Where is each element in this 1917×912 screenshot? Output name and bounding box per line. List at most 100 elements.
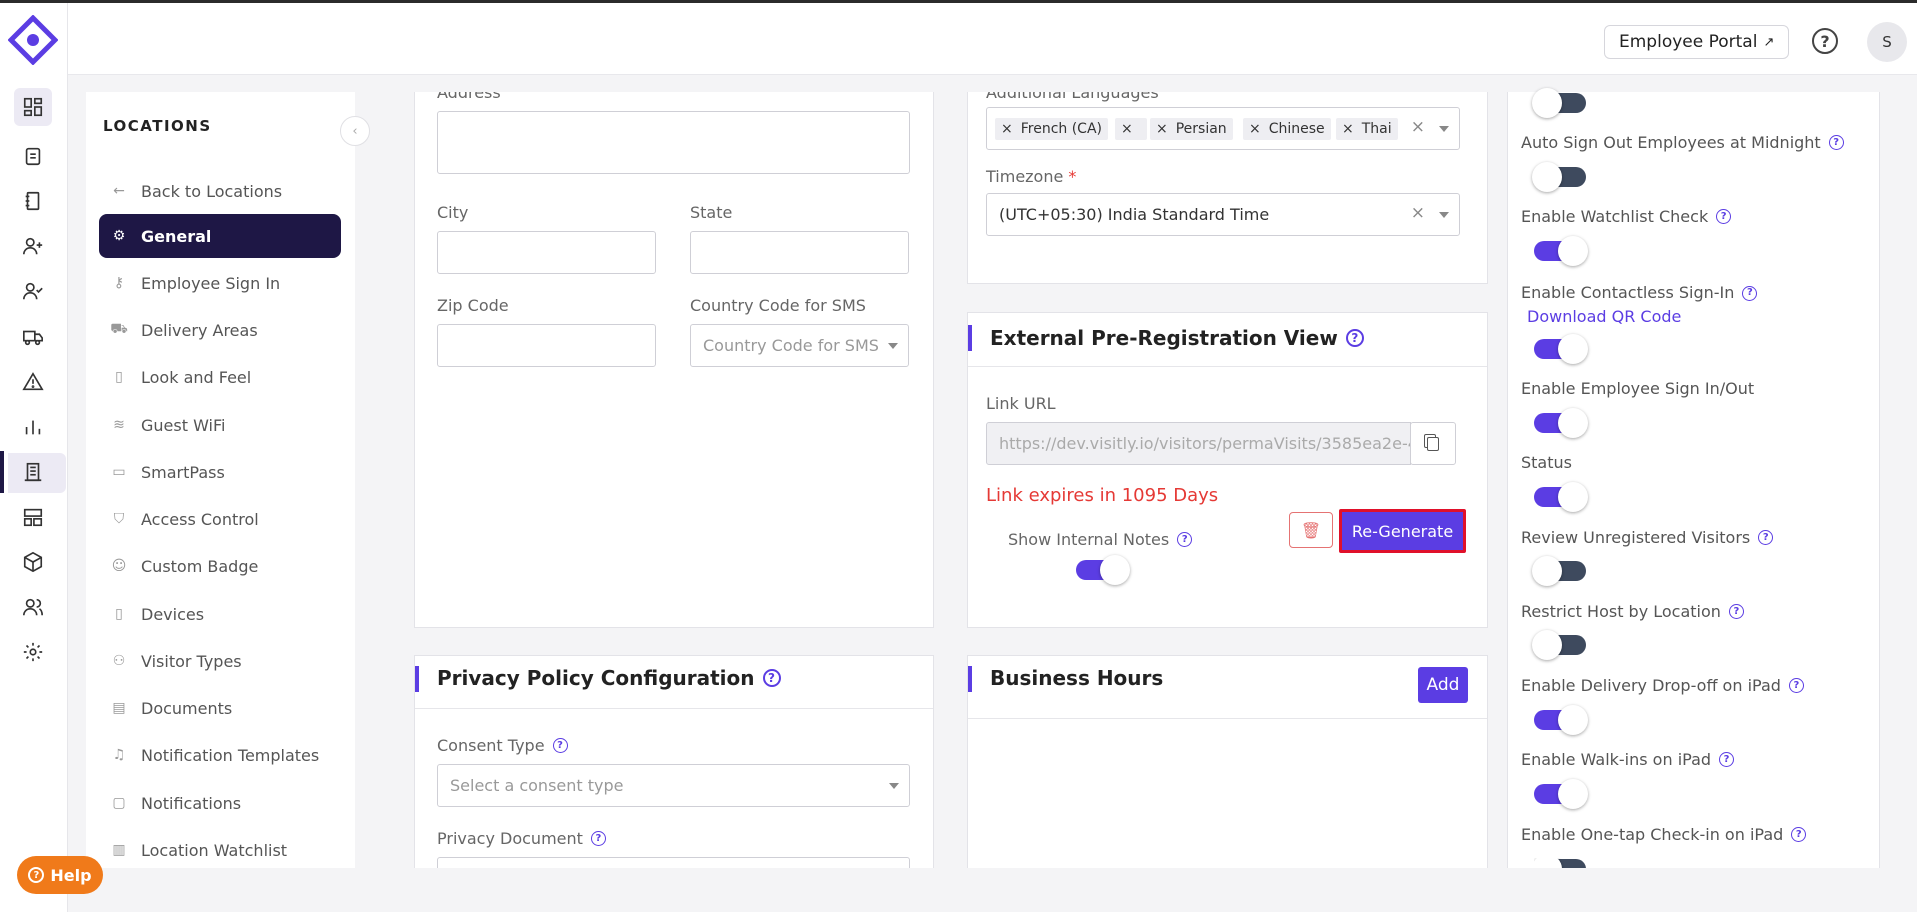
setting-label: Enable One-tap Check-in on iPad?	[1521, 825, 1807, 844]
nav-back-to-locations[interactable]: ← Back to Locations	[99, 169, 341, 213]
employee-portal-button[interactable]: Employee Portal ↗	[1604, 25, 1790, 59]
auto-sign-out-toggle[interactable]	[1532, 162, 1586, 192]
layout-icon[interactable]	[14, 498, 52, 536]
consent-type-select[interactable]: Select a consent type	[437, 764, 910, 807]
question-icon[interactable]: ?	[1791, 827, 1807, 842]
question-icon[interactable]: ?	[590, 831, 606, 846]
address-input[interactable]	[437, 111, 910, 174]
copy-button[interactable]	[1410, 422, 1456, 465]
additional-languages-label: Additional Languages	[986, 92, 1159, 102]
nav-devices[interactable]: ▯ Devices	[99, 592, 341, 636]
chevron-down-icon	[1439, 126, 1449, 132]
key-icon: ⚷	[113, 275, 125, 291]
nav-access-control[interactable]: ⛉ Access Control	[99, 497, 341, 541]
question-icon[interactable]: ?	[1177, 532, 1193, 547]
contactless-sign-in-toggle[interactable]	[1534, 334, 1588, 364]
remove-tag-icon[interactable]: ×	[1342, 121, 1354, 137]
nav-visitor-types[interactable]: ⚇ Visitor Types	[99, 639, 341, 683]
restrict-host-toggle[interactable]	[1532, 630, 1586, 660]
add-business-hours-button[interactable]: Add	[1418, 667, 1468, 703]
employee-sign-in-out-toggle[interactable]	[1534, 408, 1588, 438]
business-hours-card: Business Hours Add	[967, 655, 1488, 868]
remove-tag-icon[interactable]: ×	[1156, 121, 1168, 137]
setting-toggle[interactable]	[1532, 88, 1586, 118]
add-user-icon[interactable]	[14, 227, 52, 265]
clear-icon[interactable]: ×	[1411, 117, 1425, 137]
walk-ins-toggle[interactable]	[1534, 779, 1588, 809]
one-tap-check-in-toggle[interactable]	[1534, 858, 1586, 868]
warning-icon[interactable]	[14, 363, 52, 401]
question-icon[interactable]: ?	[1742, 285, 1758, 301]
card-accent	[415, 666, 419, 692]
language-tag: × Chinese	[1243, 118, 1331, 140]
remove-tag-icon[interactable]: ×	[1001, 121, 1013, 137]
show-internal-notes-toggle[interactable]	[1076, 555, 1130, 585]
nav-custom-badge[interactable]: ☺ Custom Badge	[99, 544, 341, 588]
city-input[interactable]	[437, 231, 656, 274]
question-icon[interactable]: ?	[1719, 752, 1735, 767]
question-icon[interactable]: ?	[1716, 209, 1732, 224]
state-input[interactable]	[690, 231, 909, 274]
box-icon[interactable]	[14, 543, 52, 581]
state-label: State	[690, 203, 733, 222]
building-icon[interactable]	[14, 453, 52, 491]
country-code-select[interactable]: Country Code for SMS	[690, 324, 909, 367]
truck-icon[interactable]	[14, 318, 52, 356]
privacy-document-input[interactable]	[437, 857, 910, 868]
country-code-placeholder: Country Code for SMS	[703, 336, 879, 355]
link-expires-text: Link expires in 1095 Days	[986, 485, 1219, 506]
setting-label: Review Unregistered Visitors?	[1521, 528, 1774, 547]
clear-icon[interactable]: ×	[1411, 203, 1425, 223]
question-icon[interactable]: ?	[1788, 678, 1804, 693]
question-icon[interactable]: ?	[1345, 329, 1364, 347]
nav-smartpass[interactable]: ▭ SmartPass	[99, 450, 341, 494]
download-qr-code-link[interactable]: Download QR Code	[1527, 305, 1681, 329]
app-logo-icon[interactable]	[8, 15, 58, 65]
regenerate-button[interactable]: Re-Generate	[1339, 509, 1466, 553]
language-tag: × French (CA)	[995, 118, 1108, 140]
question-icon[interactable]: ?	[1828, 135, 1844, 150]
status-toggle[interactable]	[1534, 482, 1588, 512]
question-icon[interactable]: ?	[552, 738, 568, 753]
remove-tag-icon[interactable]: ×	[1249, 121, 1261, 137]
question-icon[interactable]: ?	[762, 669, 781, 687]
user-check-icon[interactable]	[14, 272, 52, 310]
show-internal-notes-label: Show Internal Notes?	[1008, 530, 1193, 549]
help-circle-icon[interactable]: ?	[1812, 28, 1838, 54]
review-unregistered-toggle[interactable]	[1532, 556, 1586, 586]
timezone-select[interactable]: (UTC+05:30) India Standard Time ×	[986, 193, 1460, 236]
nav-look-and-feel[interactable]: ▯ Look and Feel	[99, 355, 341, 399]
nav-documents[interactable]: ▤ Documents	[99, 686, 341, 730]
watchlist-check-toggle[interactable]	[1534, 236, 1588, 266]
question-icon[interactable]: ?	[1728, 604, 1744, 619]
collapse-sidebar-button[interactable]: ‹	[340, 116, 370, 146]
nav-notifications[interactable]: ▢ Notifications	[99, 781, 341, 825]
avatar[interactable]: S	[1867, 22, 1907, 62]
question-icon[interactable]: ?	[1758, 530, 1774, 545]
nav-notification-templates[interactable]: ♫ Notification Templates	[99, 733, 341, 777]
delete-link-button[interactable]: 🗑	[1289, 512, 1333, 548]
dashboard-icon[interactable]	[14, 88, 52, 126]
truck-icon: ⛟	[110, 321, 128, 337]
clipboard-icon[interactable]	[14, 137, 52, 175]
delivery-drop-off-toggle[interactable]	[1534, 705, 1588, 735]
link-url-label: Link URL	[986, 394, 1056, 413]
nav-general[interactable]: ⚙ General	[99, 214, 341, 258]
remove-tag-icon[interactable]: ×	[1121, 121, 1133, 137]
nav-guest-wifi[interactable]: ≋ Guest WiFi	[99, 403, 341, 447]
zip-input[interactable]	[437, 324, 656, 367]
setting-label: Enable Walk-ins on iPad?	[1521, 750, 1735, 769]
nav-employee-sign-in[interactable]: ⚷ Employee Sign In	[99, 261, 341, 305]
settings-icon[interactable]	[14, 633, 52, 671]
chevron-down-icon	[888, 343, 898, 349]
nav-location-watchlist[interactable]: ▥ Location Watchlist	[99, 828, 341, 872]
setting-label: Enable Contactless Sign-In? Download QR C…	[1521, 281, 1851, 329]
notebook-icon[interactable]	[14, 182, 52, 220]
analytics-icon[interactable]	[14, 408, 52, 446]
help-button[interactable]: ? Help	[17, 856, 103, 894]
team-icon[interactable]	[14, 588, 52, 626]
address-label: Address	[437, 92, 501, 102]
link-url-input[interactable]: https://dev.visitly.io/visitors/permaVis…	[986, 422, 1411, 465]
additional-languages-select[interactable]: × French (CA) × × Persian × Chinese × Thai ×	[986, 107, 1460, 150]
nav-delivery-areas[interactable]: ⛟ Delivery Areas	[99, 308, 341, 352]
